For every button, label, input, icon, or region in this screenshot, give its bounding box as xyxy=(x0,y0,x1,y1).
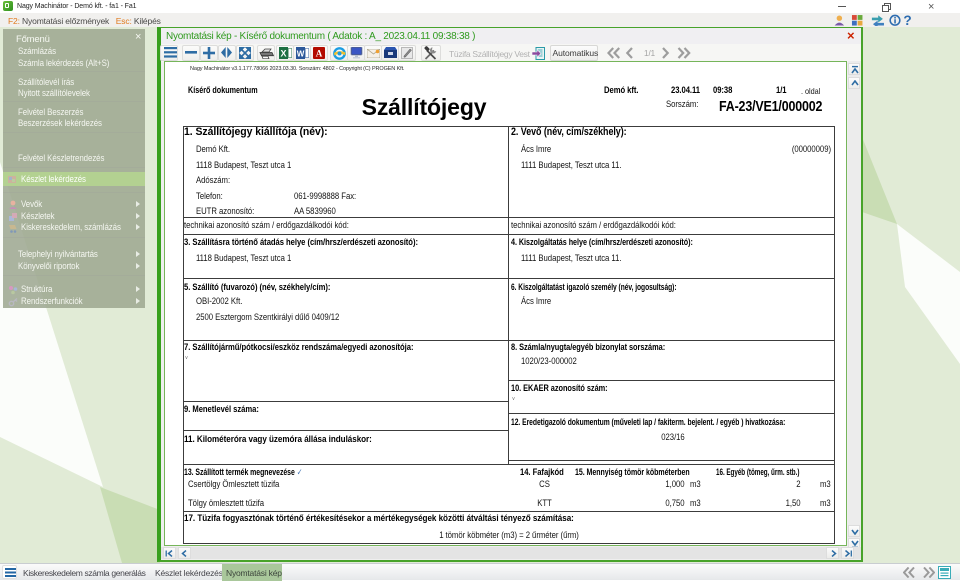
svg-text:X: X xyxy=(280,49,286,59)
svg-text:W: W xyxy=(296,50,304,59)
svg-text:?: ? xyxy=(903,14,911,27)
svg-text:A: A xyxy=(315,49,322,59)
